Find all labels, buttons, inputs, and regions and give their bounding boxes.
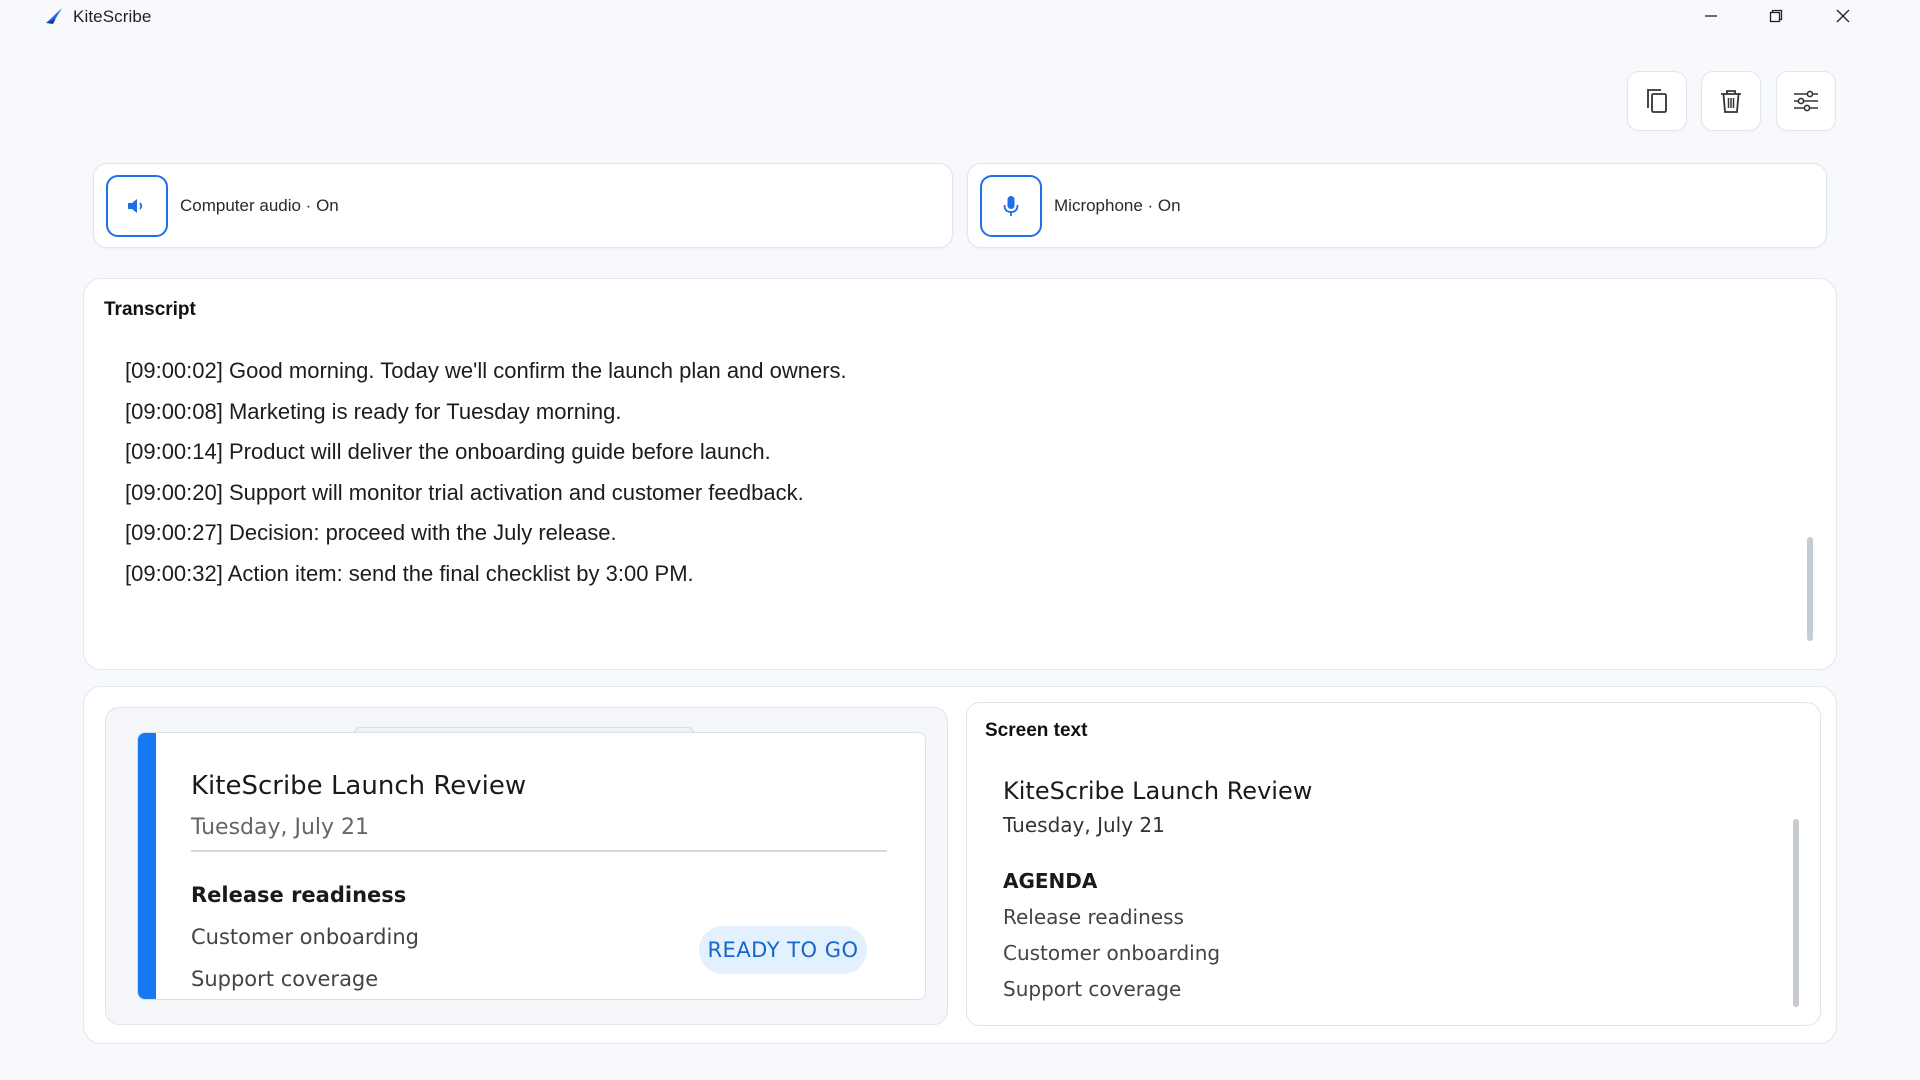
microphone-icon: [1003, 195, 1019, 216]
slide-title: KiteScribe Launch Review: [191, 771, 527, 801]
kite-logo-icon: [46, 8, 62, 24]
restore-icon: [1769, 9, 1783, 23]
screen-text-doc-title: KiteScribe Launch Review: [1003, 777, 1313, 805]
app-title: KiteScribe: [73, 7, 152, 26]
close-icon: [1836, 9, 1850, 23]
transcript-scrollbar[interactable]: [1807, 537, 1813, 641]
microphone-card: Microphone · On: [967, 163, 1827, 248]
minimize-icon: [1705, 15, 1717, 17]
capture-panel: KiteScribe Launch Review Tuesday, July 2…: [83, 686, 1837, 1044]
copy-button[interactable]: [1627, 71, 1687, 131]
screen-text-scrollbar[interactable]: [1793, 819, 1799, 1007]
transcript-line: [09:00:32] Action item: send the final c…: [125, 560, 694, 586]
microphone-status: Microphone · On: [1054, 195, 1181, 215]
screen-text-title: Screen text: [985, 720, 1088, 741]
slide-agenda-heading: Release readiness: [191, 883, 407, 907]
restore-button[interactable]: [1747, 0, 1805, 32]
computer-audio-card: Computer audio · On: [93, 163, 953, 248]
transcript-line: [09:00:08] Marketing is ready for Tuesda…: [125, 398, 622, 424]
screen-text-item: Customer onboarding: [1003, 941, 1221, 965]
delete-button[interactable]: [1701, 71, 1761, 131]
transcript-text[interactable]: [09:00:02] Good morning. Today we'll con…: [125, 351, 847, 594]
transcript-line: [09:00:27] Decision: proceed with the Ju…: [125, 520, 617, 545]
trash-icon: [1721, 90, 1741, 113]
title-bar: KiteScribe: [0, 0, 1920, 32]
screen-text-content[interactable]: KiteScribe Launch Review Tuesday, July 2…: [989, 765, 1789, 1005]
screen-text-item: Support coverage: [1003, 977, 1182, 1001]
transcript-line: [09:00:14] Product will deliver the onbo…: [125, 439, 771, 464]
slide-agenda-item: Customer onboarding: [191, 925, 419, 949]
slide-agenda-item: Support coverage: [191, 967, 379, 991]
transcript-line: [09:00:02] Good morning. Today we'll con…: [125, 358, 847, 383]
transcript-title: Transcript: [104, 299, 196, 320]
computer-audio-status: Computer audio · On: [180, 195, 339, 215]
screen-text-item: Release readiness: [1003, 905, 1184, 929]
minimize-button[interactable]: [1682, 0, 1740, 32]
computer-audio-toggle[interactable]: [106, 174, 168, 237]
slide-preview-card: KiteScribe Launch Review Tuesday, July 2…: [137, 732, 926, 1000]
transcript-panel: Transcript [09:00:02] Good morning. Toda…: [83, 278, 1837, 670]
transcript-line: [09:00:20] Support will monitor trial ac…: [125, 479, 804, 505]
slide-date: Tuesday, July 21: [191, 815, 370, 840]
screen-text-date: Tuesday, July 21: [1003, 813, 1165, 837]
screen-preview: KiteScribe Launch Review Tuesday, July 2…: [105, 707, 948, 1025]
slide-divider: [191, 850, 887, 852]
microphone-toggle[interactable]: [980, 174, 1042, 237]
screen-text-agenda-heading: AGENDA: [1003, 869, 1098, 893]
settings-button[interactable]: [1776, 71, 1836, 131]
ready-badge: READY TO GO: [699, 926, 867, 974]
speaker-icon: [128, 198, 143, 213]
copy-icon: [1647, 89, 1667, 113]
sliders-icon: [1794, 90, 1818, 112]
slide-accent-bar: [138, 733, 156, 999]
close-button[interactable]: [1814, 0, 1872, 32]
